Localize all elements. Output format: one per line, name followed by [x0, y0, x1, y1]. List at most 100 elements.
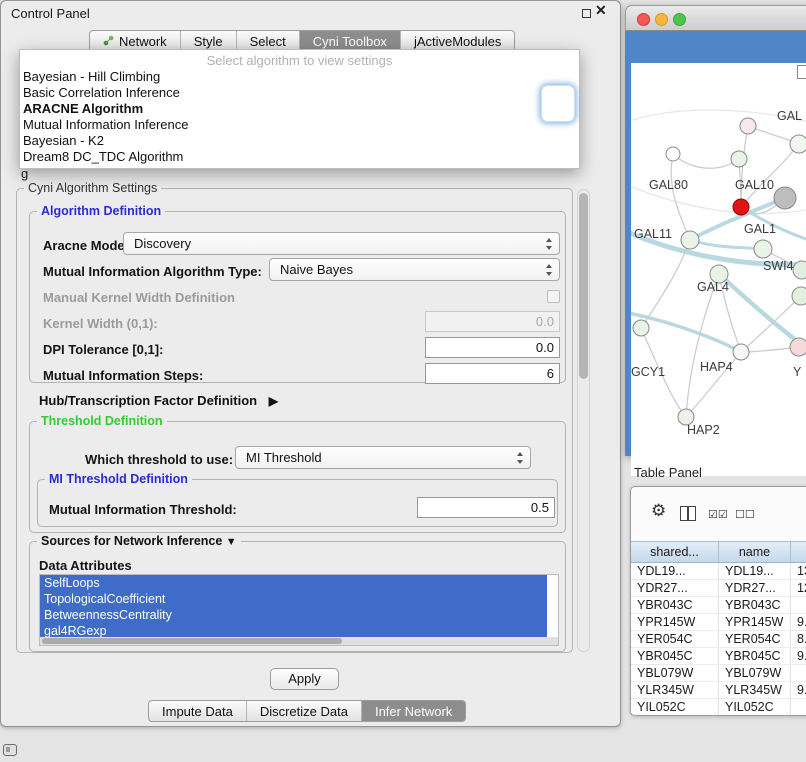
tab-select[interactable]: Select	[236, 31, 299, 51]
hub-section-toggle[interactable]: Hub/Transcription Factor Definition ▶	[39, 393, 278, 408]
network-node-selected-red[interactable]	[733, 199, 749, 215]
algorithm-option[interactable]: Mutual Information Inference	[20, 117, 579, 133]
column-header-name[interactable]: name	[719, 542, 791, 562]
network-node[interactable]	[793, 261, 806, 279]
table-row[interactable]: YBR043CYBR043C	[631, 597, 806, 614]
kernel-width-label: Kernel Width (0,1):	[43, 316, 158, 331]
network-window-titlebar[interactable]	[625, 5, 806, 31]
unchecked-boxes-icon: ☐☐	[735, 509, 755, 521]
network-tab-icon	[103, 34, 114, 49]
tab-impute-data[interactable]: Impute Data	[149, 701, 246, 721]
updown-arrows-icon	[545, 237, 553, 251]
attribute-item[interactable]: SelfLoops	[40, 575, 547, 591]
zoom-window-button[interactable]	[673, 13, 686, 26]
tab-jactivemodules[interactable]: jActiveModules	[400, 31, 514, 51]
which-threshold-label: Which threshold to use:	[85, 452, 233, 467]
which-threshold-select[interactable]: MI Threshold	[235, 446, 531, 469]
manual-kernel-checkbox[interactable]	[547, 290, 560, 303]
mi-steps-label: Mutual Information Steps:	[43, 368, 203, 383]
node-label: GCY1	[631, 365, 665, 379]
cyni-mode-tab-bar: Impute Data Discretize Data Infer Networ…	[148, 700, 466, 722]
updown-arrows-icon	[516, 451, 524, 465]
table-body: YDL19...YDL19...13 YDR27...YDR27...12 YB…	[631, 563, 806, 716]
node-label: GAL80	[649, 178, 688, 192]
network-node[interactable]	[633, 320, 649, 336]
popup-placeholder: Select algorithm to view settings	[20, 52, 579, 69]
network-node[interactable]	[666, 147, 680, 161]
mi-algorithm-type-select[interactable]: Naive Bayes	[269, 258, 560, 281]
node-label: SWI4	[763, 259, 794, 273]
table-row[interactable]: YDR27...YDR27...12	[631, 580, 806, 597]
tab-style[interactable]: Style	[180, 31, 236, 51]
network-node[interactable]	[754, 240, 772, 258]
sources-legend-toggle[interactable]: Sources for Network Inference ▼	[37, 534, 241, 548]
network-node[interactable]	[740, 118, 756, 134]
network-node[interactable]	[792, 287, 806, 305]
table-header: shared... name	[631, 541, 806, 563]
apply-button[interactable]: Apply	[270, 668, 339, 690]
network-node[interactable]	[790, 338, 806, 356]
table-panel-window: ⚙ ☑☑ ☐☐ shared... name YDL19...YDL19...1…	[630, 486, 806, 716]
table-row[interactable]: YBL079WYBL079W	[631, 665, 806, 682]
settings-scrollbar[interactable]	[577, 189, 590, 652]
column-header-extra[interactable]	[791, 542, 806, 562]
table-options-button[interactable]: ⚙	[651, 501, 666, 521]
network-canvas[interactable]: GAL GAL80 GAL10 GAL11 GAL1 SWI4 GAL4 GCY…	[631, 63, 806, 476]
focused-button[interactable]	[541, 85, 575, 122]
show-columns-button[interactable]	[680, 506, 696, 521]
unselect-all-columns-button[interactable]: ☐☐	[735, 508, 755, 521]
close-panel-icon[interactable]: ✕	[595, 2, 607, 19]
network-node[interactable]	[731, 151, 747, 167]
scrollbar-thumb[interactable]	[579, 193, 588, 379]
node-label: HAP2	[687, 423, 720, 437]
select-all-columns-button[interactable]: ☑☑	[708, 508, 728, 521]
algorithm-dropdown-popup: Select algorithm to view settings Bayesi…	[19, 49, 580, 169]
table-row[interactable]: YIL052CYIL052C	[631, 699, 806, 716]
algorithm-option-selected[interactable]: ARACNE Algorithm	[20, 101, 579, 117]
desktop: Control Panel ✕ Network Style Select Cyn…	[0, 0, 806, 762]
tab-network[interactable]: Network	[90, 31, 180, 51]
node-label: GAL1	[744, 222, 776, 236]
dpi-tolerance-input[interactable]	[425, 337, 560, 358]
horizontal-scrollbar[interactable]	[40, 637, 558, 645]
minimize-window-button[interactable]	[655, 13, 668, 26]
table-row[interactable]: YDL19...YDL19...13	[631, 563, 806, 580]
table-row[interactable]: YPR145WYPR145W9.	[631, 614, 806, 631]
mi-algorithm-type-label: Mutual Information Algorithm Type:	[43, 264, 262, 279]
network-node[interactable]	[681, 231, 699, 249]
algorithm-option[interactable]: Basic Correlation Inference	[20, 85, 579, 101]
collapse-down-icon: ▼	[226, 536, 237, 548]
control-panel-window: Control Panel ✕ Network Style Select Cyn…	[0, 0, 621, 727]
float-window-button[interactable]	[582, 9, 591, 18]
attribute-item[interactable]: BetweennessCentrality	[40, 607, 547, 623]
algorithm-option[interactable]: Bayesian - K2	[20, 133, 579, 149]
tab-discretize-data[interactable]: Discretize Data	[246, 701, 361, 721]
mi-threshold-label: Mutual Information Threshold:	[49, 502, 237, 517]
mi-threshold-input[interactable]	[417, 497, 555, 518]
collapsed-panel-icon[interactable]	[3, 744, 17, 756]
dpi-tolerance-label: DPI Tolerance [0,1]:	[43, 342, 163, 357]
mi-steps-input[interactable]	[425, 363, 560, 384]
column-header-shared-name[interactable]: shared...	[631, 542, 719, 562]
algorithm-option[interactable]: Dream8 DC_TDC Algorithm	[20, 149, 579, 165]
network-view-frame: GAL GAL80 GAL10 GAL11 GAL1 SWI4 GAL4 GCY…	[625, 31, 806, 456]
scrollbar-thumb[interactable]	[42, 638, 342, 644]
network-node[interactable]	[774, 187, 796, 209]
tab-infer-network[interactable]: Infer Network	[361, 701, 465, 721]
attribute-item[interactable]: TopologicalCoefficient	[40, 591, 547, 607]
table-row[interactable]: YER054CYER054C8.	[631, 631, 806, 648]
table-row[interactable]: YBR045CYBR045C9.	[631, 648, 806, 665]
close-window-button[interactable]	[637, 13, 650, 26]
algorithm-option[interactable]: Bayesian - Hill Climbing	[20, 69, 579, 85]
manual-kernel-width-label: Manual Kernel Width Definition	[43, 290, 235, 305]
aracne-mode-select[interactable]: Discovery	[123, 232, 560, 255]
panel-title: Control Panel	[11, 6, 90, 21]
tab-cyni-toolbox[interactable]: Cyni Toolbox	[299, 31, 400, 51]
overview-toggle[interactable]	[797, 65, 806, 79]
updown-arrows-icon	[545, 263, 553, 277]
network-node[interactable]	[733, 344, 749, 360]
table-row[interactable]: YLR345WYLR345W9.	[631, 682, 806, 699]
gear-icon: ⚙	[651, 501, 666, 520]
kernel-width-input[interactable]	[425, 311, 560, 332]
network-node[interactable]	[790, 135, 806, 153]
